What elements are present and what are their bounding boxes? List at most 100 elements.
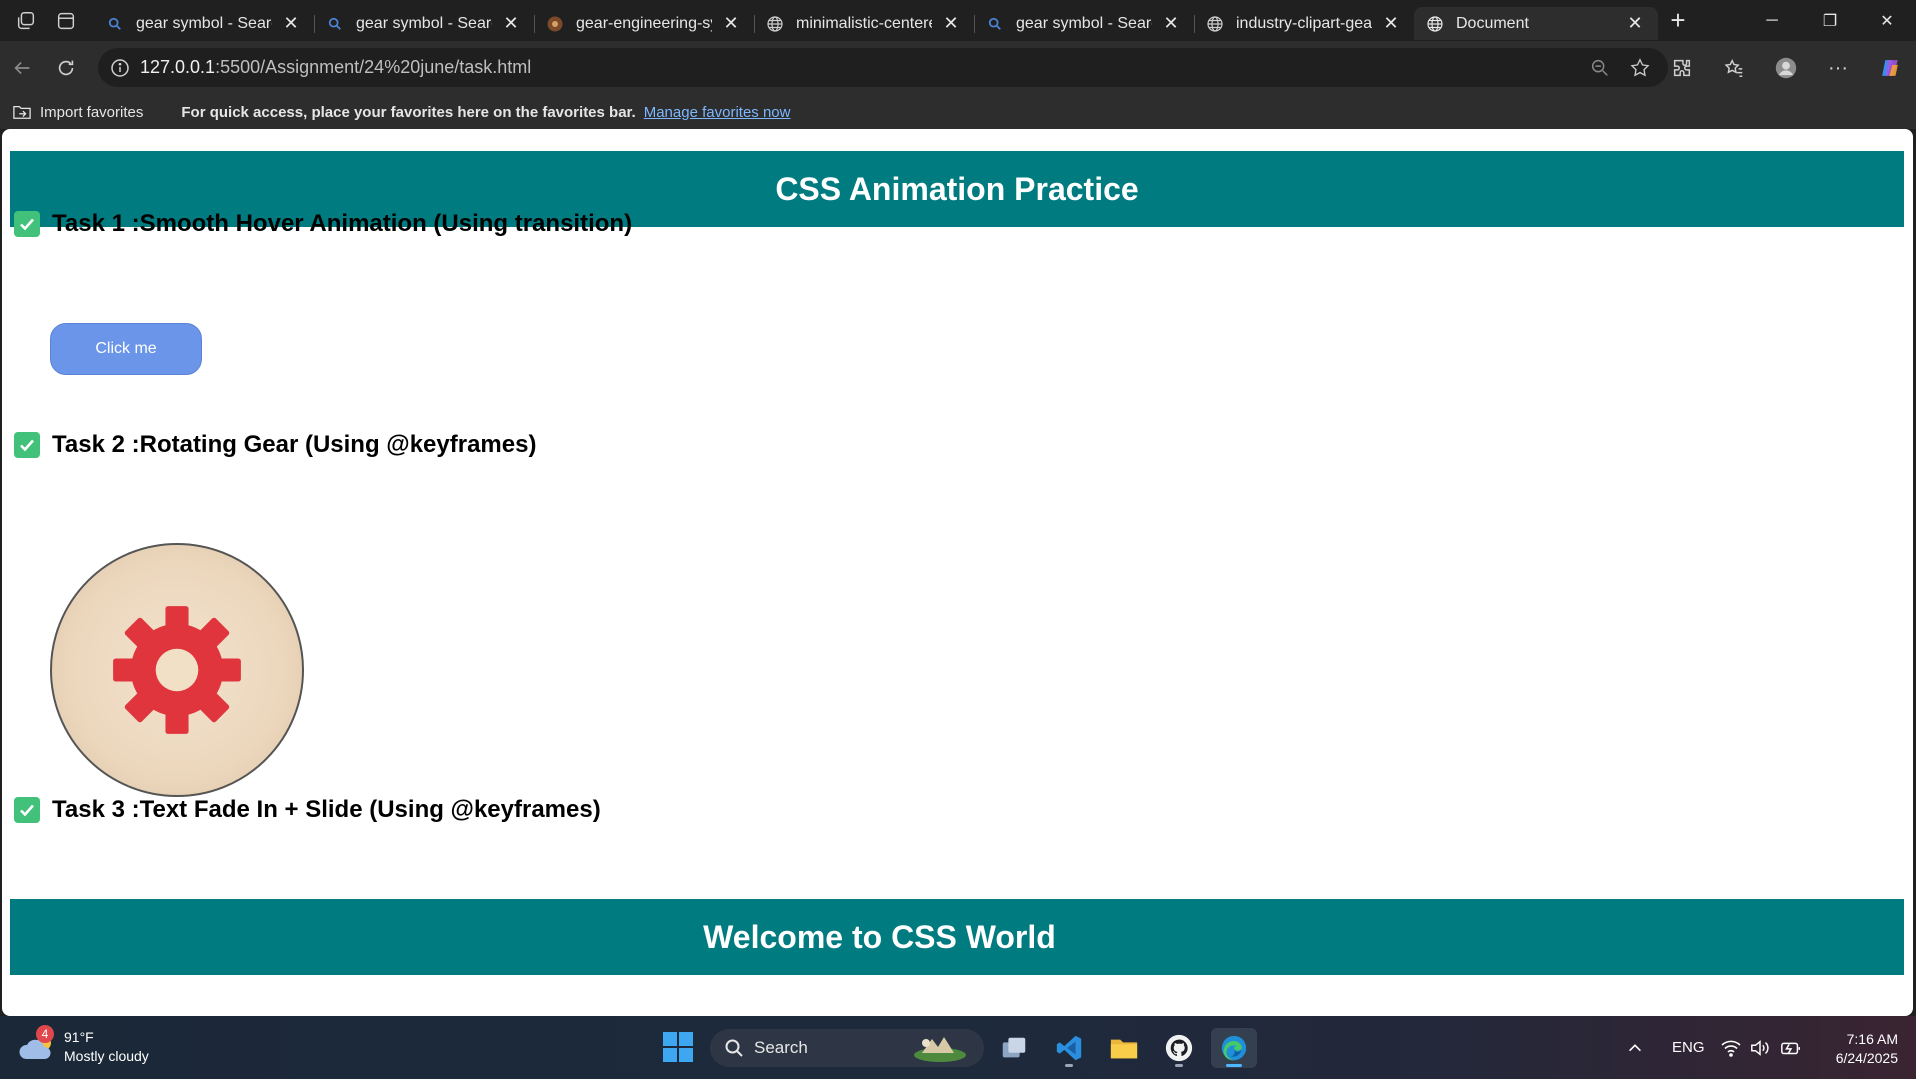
task-heading-2: Task 2 : Rotating Gear (Using @keyframes… (14, 431, 536, 459)
favorite-star-icon[interactable] (1620, 46, 1660, 90)
site-info-icon[interactable] (110, 58, 130, 78)
close-icon[interactable]: ✕ (1380, 13, 1402, 35)
tab-title: minimalistic-centered (796, 14, 932, 32)
workspaces-icon[interactable] (6, 0, 46, 41)
search-icon (106, 15, 124, 33)
favorites-hint: For quick access, place your favorites h… (181, 103, 636, 121)
restore-icon[interactable]: ❐ (1801, 0, 1859, 41)
new-tab-button[interactable]: + (1658, 0, 1698, 41)
click-me-button[interactable]: Click me (50, 323, 202, 375)
search-highlight-illustration-icon (914, 1037, 966, 1062)
taskbar-search[interactable]: Search (710, 1029, 984, 1067)
page-viewport: CSS Animation Practice Task 1 : Smooth H… (2, 129, 1913, 1016)
cloud-icon: 4 (18, 1025, 60, 1065)
refresh-icon[interactable] (44, 46, 88, 90)
gear-icon (113, 606, 241, 734)
manage-favorites-link[interactable]: Manage favorites now (644, 104, 791, 121)
weather-widget[interactable]: 4 91°F Mostly cloudy (18, 1025, 149, 1066)
close-icon[interactable]: ✕ (940, 13, 962, 35)
rotating-gear-circle (50, 543, 304, 797)
task-name: Smooth Hover Animation (Using transition… (139, 210, 633, 237)
vscode-icon[interactable] (1046, 1028, 1092, 1068)
tab-1[interactable]: gear symbol - Search ✕ (94, 7, 315, 40)
tab-title: Document (1456, 14, 1529, 32)
battery-icon[interactable] (1780, 1016, 1802, 1079)
search-icon (986, 15, 1004, 33)
clock-time: 7:16 AM (1846, 1031, 1898, 1047)
url-host: 127.0.0.1 (140, 57, 216, 77)
favorites-bar: Import favorites For quick access, place… (0, 95, 1916, 129)
zoom-out-icon[interactable] (1580, 46, 1620, 90)
folder-import-icon (13, 105, 31, 119)
temperature: 91°F (64, 1029, 94, 1045)
image-icon (546, 15, 564, 33)
tab-6[interactable]: industry-clipart-gear- ✕ (1194, 7, 1414, 40)
check-mark-icon (14, 211, 40, 237)
tab-5[interactable]: gear symbol - Search ✕ (974, 7, 1195, 40)
system-clock[interactable]: 7:16 AM 6/24/2025 (1836, 1030, 1898, 1068)
close-icon[interactable]: ✕ (500, 13, 522, 35)
globe-icon (1206, 15, 1224, 33)
minimize-icon[interactable]: ─ (1743, 0, 1801, 41)
tab-actions-icon[interactable] (46, 0, 86, 41)
windows-start-icon[interactable] (662, 1031, 694, 1063)
wifi-icon[interactable] (1720, 1016, 1742, 1079)
check-mark-icon (14, 797, 40, 823)
tab-2[interactable]: gear symbol - Search ✕ (314, 7, 535, 40)
task-name: Text Fade In + Slide (Using @keyframes) (139, 796, 601, 823)
weather-alert-badge: 4 (36, 1025, 54, 1043)
close-icon[interactable]: ✕ (720, 13, 742, 35)
language-indicator[interactable]: ENG (1672, 1016, 1705, 1079)
search-icon (326, 15, 344, 33)
url-path: :5500/Assignment/24%20june/task.html (215, 57, 532, 77)
welcome-banner: Welcome to CSS World (10, 899, 1904, 975)
tab-title: gear-engineering-sym (576, 14, 712, 32)
extensions-icon[interactable] (1656, 46, 1708, 90)
close-window-icon[interactable]: ✕ (1858, 0, 1916, 41)
weather-condition: Mostly cloudy (64, 1048, 149, 1064)
back-icon[interactable] (0, 46, 44, 90)
running-indicator (1065, 1064, 1073, 1067)
close-icon[interactable]: ✕ (1624, 13, 1646, 35)
volume-icon[interactable] (1750, 1016, 1770, 1079)
address-toolbar: 127.0.0.1:5500/Assignment/24%20june/task… (0, 41, 1916, 95)
copilot-icon[interactable] (1864, 46, 1916, 90)
task-heading-3: Task 3 : Text Fade In + Slide (Using @ke… (14, 796, 601, 824)
running-indicator (1226, 1064, 1242, 1067)
show-hidden-icons-chevron-up-icon[interactable] (1626, 1016, 1644, 1079)
import-favorites-label: Import favorites (40, 103, 144, 121)
task-view-icon[interactable] (991, 1028, 1037, 1068)
task-label: Task 1 : (52, 210, 140, 237)
tab-title: gear symbol - Search (1016, 14, 1152, 32)
tab-title: gear symbol - Search (136, 14, 272, 32)
close-icon[interactable]: ✕ (1160, 13, 1182, 35)
running-indicator (1175, 1064, 1183, 1067)
welcome-text: Welcome to CSS World (703, 918, 1056, 955)
globe-icon (766, 15, 784, 33)
close-icon[interactable]: ✕ (280, 13, 302, 35)
edge-browser-icon[interactable] (1211, 1028, 1257, 1068)
search-placeholder: Search (754, 1038, 808, 1057)
tab-document[interactable]: Document ✕ (1414, 7, 1658, 40)
task-label: Task 3 : (52, 796, 140, 823)
title-bar: gear symbol - Search ✕ gear symbol - Sea… (0, 0, 1916, 41)
url-text: 127.0.0.1:5500/Assignment/24%20june/task… (140, 57, 531, 78)
tab-3[interactable]: gear-engineering-sym ✕ (534, 7, 755, 40)
tab-title: industry-clipart-gear- (1236, 14, 1372, 32)
tab-4[interactable]: minimalistic-centered ✕ (754, 7, 975, 40)
task-name: Rotating Gear (Using @keyframes) (139, 431, 537, 458)
clock-date: 6/24/2025 (1835, 1050, 1898, 1066)
tab-title: gear symbol - Search (356, 14, 492, 32)
globe-icon (1426, 15, 1444, 33)
more-options-icon[interactable]: ··· (1812, 46, 1864, 90)
taskbar: 4 91°F Mostly cloudy Search ENG 7:16 AM … (0, 1016, 1916, 1079)
import-favorites-button[interactable]: Import favorites (12, 103, 143, 121)
profile-avatar-icon[interactable] (1760, 46, 1812, 90)
search-icon (725, 1039, 743, 1057)
check-mark-icon (14, 432, 40, 458)
github-icon[interactable] (1156, 1028, 1202, 1068)
task-label: Task 2 : (52, 431, 140, 458)
address-bar[interactable]: 127.0.0.1:5500/Assignment/24%20june/task… (98, 48, 1668, 87)
favorites-icon[interactable] (1708, 46, 1760, 90)
file-explorer-icon[interactable] (1101, 1028, 1147, 1068)
